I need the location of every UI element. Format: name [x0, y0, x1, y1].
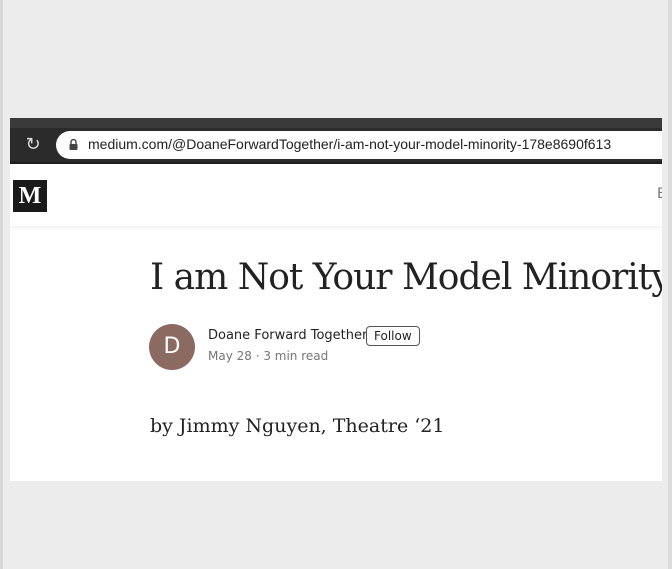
article-byline: by Jimmy Nguyen, Theatre ‘21: [150, 415, 445, 437]
lock-icon: [69, 139, 78, 150]
reload-icon[interactable]: ↻: [22, 136, 44, 154]
tab-strip: [10, 118, 662, 128]
browser-toolbar: ↻ medium.com/@DoaneForwardTogether/i-am-…: [10, 128, 662, 162]
address-bar[interactable]: medium.com/@DoaneForwardTogether/i-am-no…: [56, 131, 662, 159]
article-meta: May 28 · 3 min read: [208, 349, 329, 363]
author-name[interactable]: Doane Forward Together: [208, 328, 367, 343]
background-window-edge: [0, 0, 3, 569]
clipped-paragraph: [150, 474, 570, 481]
header-nav-fragment[interactable]: E: [657, 186, 662, 202]
browser-window: ↻ medium.com/@DoaneForwardTogether/i-am-…: [10, 118, 662, 481]
background-window-edge-right: [668, 0, 672, 569]
medium-logo[interactable]: M: [13, 180, 47, 212]
author-avatar[interactable]: D: [149, 324, 195, 370]
url-text[interactable]: medium.com/@DoaneForwardTogether/i-am-no…: [88, 136, 611, 152]
article-title: I am Not Your Model Minority: [150, 257, 662, 298]
site-header: M E: [10, 164, 662, 226]
follow-button[interactable]: Follow: [366, 326, 420, 346]
